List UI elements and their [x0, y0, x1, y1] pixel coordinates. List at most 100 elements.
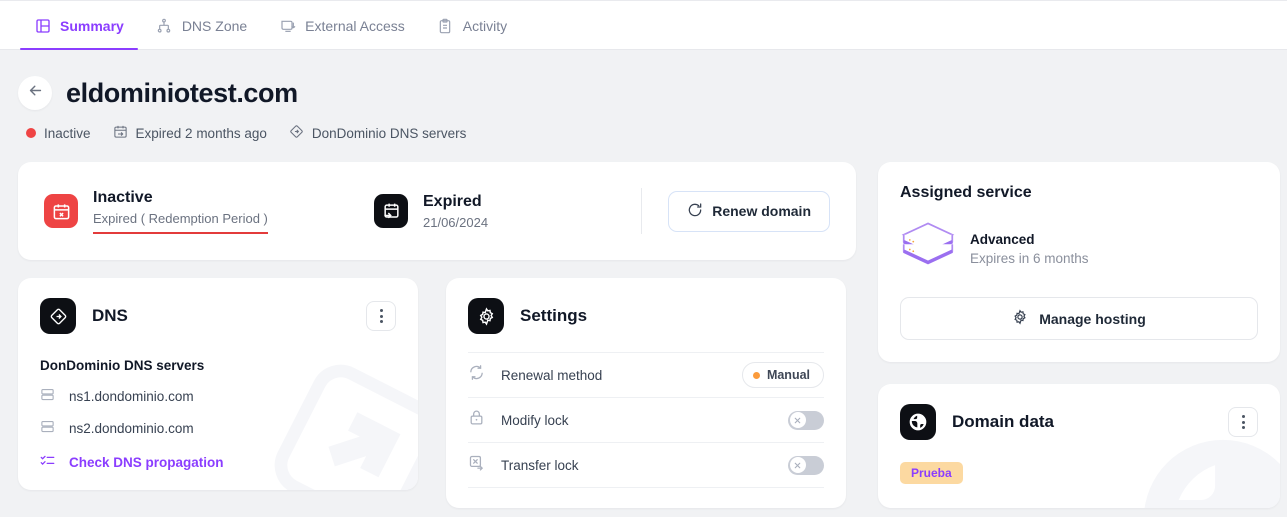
dns-server-row: ns2.dondominio.com: [40, 419, 396, 437]
globe-icon: [900, 404, 936, 440]
status-badge-label: Inactive: [44, 125, 91, 141]
dns-server-row: ns1.dondominio.com: [40, 387, 396, 405]
right-column: Assigned service Advanced Expires in 6 m…: [878, 162, 1280, 508]
tab-dns-zone-label: DNS Zone: [181, 17, 248, 34]
settings-card-header: Settings: [446, 278, 846, 334]
orange-dot-icon: [752, 371, 760, 379]
tab-summary-label: Summary: [60, 17, 124, 34]
tab-activity[interactable]: Activity: [421, 1, 523, 50]
title-row: eldominiotest.com: [18, 76, 1287, 110]
toggle-knob: [789, 412, 806, 428]
dns-meta-label: DonDominio DNS servers: [311, 125, 467, 141]
header-meta-row: Inactive Expired 2 months ago DonDominio…: [18, 124, 1287, 142]
assigned-service-expiry: Expires in 6 months: [970, 250, 1089, 266]
refresh-icon: [468, 364, 485, 386]
red-dot-icon: [26, 128, 36, 138]
assigned-service-title: Assigned service: [900, 184, 1032, 201]
kebab-menu-icon: [379, 314, 383, 318]
renew-domain-label: Renew domain: [712, 203, 811, 219]
kebab-menu-icon: [1241, 420, 1245, 424]
lower-cards-row: DNS DonDominio DNS servers ns1.dondomini…: [18, 260, 856, 508]
tab-external-access[interactable]: External Access: [263, 1, 421, 50]
network-tree-icon: [156, 17, 173, 34]
status-badge: Inactive: [26, 126, 91, 141]
dns-card-title: DNS: [92, 306, 128, 325]
layout-panel-icon: [34, 17, 51, 34]
modify-lock-toggle[interactable]: [788, 410, 824, 430]
domain-data-card: Domain data Prueba: [878, 384, 1280, 508]
gear-icon: [468, 298, 504, 334]
refresh-clock-icon: [687, 202, 703, 221]
status-expiry-title: Expired: [423, 193, 482, 210]
kebab-menu-icon: [1241, 426, 1245, 429]
manage-hosting-button[interactable]: Manage hosting: [900, 297, 1258, 340]
renew-domain-button[interactable]: Renew domain: [668, 190, 830, 232]
calendar-arrow-icon: [113, 124, 128, 142]
manage-hosting-label: Manage hosting: [1039, 310, 1146, 327]
dns-servers-heading: DonDominio DNS servers: [40, 358, 205, 373]
dns-server-label: ns1.dondominio.com: [69, 388, 194, 404]
page-title: eldominiotest.com: [66, 77, 298, 108]
server-icon: [40, 419, 55, 437]
transfer-x-icon: [468, 454, 485, 476]
status-state-block: Inactive Expired ( Redemption Period ): [44, 188, 374, 234]
settings-row-renewal-method: Renewal method Manual: [468, 352, 824, 397]
expiry-meta-label: Expired 2 months ago: [135, 125, 267, 141]
back-button[interactable]: [18, 76, 52, 110]
lock-icon: [468, 409, 485, 431]
domain-data-header: Domain data: [878, 384, 1280, 440]
status-expiry-date: 21/06/2024: [423, 215, 489, 230]
expiry-meta: Expired 2 months ago: [113, 124, 267, 142]
calendar-transfer-icon: [374, 194, 408, 228]
tab-activity-label: Activity: [462, 17, 508, 34]
settings-row-divider: [468, 487, 824, 497]
settings-row-modify-lock: Modify lock: [468, 397, 824, 442]
left-column: Inactive Expired ( Redemption Period ) E…: [18, 162, 856, 508]
gear-icon: [1012, 309, 1028, 328]
status-state-title: Inactive: [93, 189, 153, 206]
assigned-service-plan: Advanced: [970, 231, 1035, 247]
tab-external-access-label: External Access: [305, 17, 405, 34]
domain-data-menu-button[interactable]: [1228, 407, 1258, 437]
tab-dns-zone[interactable]: DNS Zone: [140, 1, 263, 50]
layers-stack-icon: [900, 220, 956, 277]
renewal-method-value: Manual: [766, 368, 810, 382]
settings-card: Settings Renewal method Manual Modify lo…: [446, 278, 846, 508]
diamond-arrow-icon: [289, 124, 304, 142]
domain-data-tags: Prueba: [878, 440, 1280, 484]
status-summary-card: Inactive Expired ( Redemption Period ) E…: [18, 162, 856, 260]
calendar-x-icon: [44, 194, 78, 228]
check-dns-propagation-label: Check DNS propagation: [69, 454, 224, 470]
dns-card-header: DNS: [18, 278, 418, 334]
settings-row-label: Transfer lock: [501, 457, 579, 473]
page-header: eldominiotest.com Inactive Expired 2 mon…: [0, 50, 1287, 142]
kebab-menu-icon: [379, 320, 383, 323]
domain-tag[interactable]: Prueba: [900, 462, 963, 484]
kebab-menu-icon: [379, 309, 383, 312]
settings-row-label: Modify lock: [501, 412, 569, 428]
tab-summary[interactable]: Summary: [18, 1, 140, 50]
dns-server-label: ns2.dondominio.com: [69, 420, 194, 436]
check-dns-propagation-link[interactable]: Check DNS propagation: [40, 453, 396, 471]
dns-card-body: DonDominio DNS servers ns1.dondominio.co…: [18, 334, 418, 471]
check-list-icon: [40, 453, 55, 471]
clipboard-icon: [437, 17, 454, 34]
status-state-subtitle: Expired ( Redemption Period ): [93, 211, 268, 234]
renewal-method-pill[interactable]: Manual: [741, 362, 824, 388]
kebab-menu-icon: [1241, 415, 1245, 418]
status-divider: [641, 188, 643, 234]
settings-card-title: Settings: [520, 306, 588, 325]
settings-row-transfer-lock: Transfer lock: [468, 442, 824, 487]
assigned-service-row: Advanced Expires in 6 months: [900, 220, 1258, 277]
dns-card-menu-button[interactable]: [366, 301, 396, 331]
server-icon: [40, 387, 55, 405]
assigned-service-card: Assigned service Advanced Expires in 6 m…: [878, 162, 1280, 362]
toggle-knob: [789, 457, 806, 473]
status-expiry-block: Expired 21/06/2024: [374, 192, 488, 230]
dns-meta: DonDominio DNS servers: [289, 124, 467, 142]
settings-row-label: Renewal method: [501, 367, 603, 383]
dns-card: DNS DonDominio DNS servers ns1.dondomini…: [18, 278, 418, 490]
diamond-arrow-icon: [40, 298, 76, 334]
transfer-lock-toggle[interactable]: [788, 455, 824, 475]
content-grid: Inactive Expired ( Redemption Period ) E…: [0, 142, 1287, 508]
